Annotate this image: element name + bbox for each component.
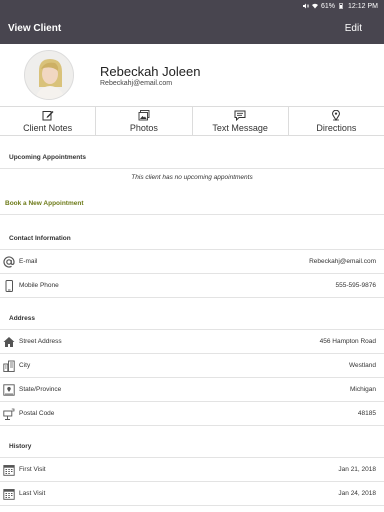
email-label: E-mail bbox=[19, 258, 38, 265]
mute-icon bbox=[303, 3, 310, 9]
map-icon bbox=[3, 383, 15, 396]
street-address-label: Street Address bbox=[19, 338, 62, 345]
first-visit-value: Jan 21, 2018 bbox=[338, 466, 376, 473]
notes-icon bbox=[42, 110, 54, 120]
calendar-icon bbox=[3, 488, 15, 500]
last-visit-row[interactable]: Last Visit Jan 24, 2018 bbox=[0, 482, 384, 506]
edit-button[interactable]: Edit bbox=[345, 23, 376, 34]
directions-label: Directions bbox=[316, 122, 357, 133]
street-address-row[interactable]: Street Address 456 Hampton Road bbox=[0, 330, 384, 354]
home-icon bbox=[3, 336, 15, 347]
state-province-value: Michigan bbox=[349, 386, 376, 393]
postal-code-value: 48185 bbox=[357, 410, 376, 417]
page-title: View Client bbox=[8, 22, 62, 34]
status-bar: 61% 12:12 PM bbox=[0, 0, 384, 12]
email-value: Rebeckahj@email.com bbox=[309, 258, 376, 265]
postal-code-label: Postal Code bbox=[19, 410, 55, 417]
email-row[interactable]: E-mail Rebeckahj@email.com bbox=[0, 250, 384, 274]
avatar bbox=[24, 50, 74, 100]
address-heading: Address bbox=[0, 308, 384, 330]
street-address-value: 456 Hampton Road bbox=[319, 338, 376, 345]
no-appointments-text: This client has no upcoming appointments bbox=[131, 174, 253, 181]
avatar-photo bbox=[25, 51, 73, 99]
clock: 12:12 PM bbox=[348, 2, 378, 10]
calendar-icon bbox=[3, 464, 15, 476]
wifi-icon bbox=[312, 3, 319, 9]
last-visit-value: Jan 24, 2018 bbox=[338, 490, 376, 497]
photos-button[interactable]: Photos bbox=[96, 107, 193, 135]
postal-code-row[interactable]: Postal Code 48185 bbox=[0, 402, 384, 426]
photos-icon bbox=[138, 109, 150, 120]
city-icon bbox=[3, 360, 15, 372]
action-bar: Client Notes Photos Text Message Directi… bbox=[0, 106, 384, 136]
mailbox-icon bbox=[3, 408, 15, 420]
photos-label: Photos bbox=[129, 122, 158, 133]
status-icons: 61% bbox=[303, 3, 344, 10]
upcoming-appointments-heading: Upcoming Appointments bbox=[0, 147, 384, 169]
text-message-label: Text Message bbox=[212, 122, 268, 133]
history-heading: History bbox=[0, 436, 384, 458]
client-notes-label: Client Notes bbox=[23, 122, 73, 133]
client-notes-button[interactable]: Client Notes bbox=[0, 107, 97, 135]
book-appointment-link[interactable]: Book a New Appointment bbox=[5, 200, 83, 207]
at-sign-icon bbox=[3, 255, 15, 267]
message-icon bbox=[234, 110, 246, 121]
mobile-phone-label: Mobile Phone bbox=[19, 282, 59, 289]
divider bbox=[0, 214, 384, 215]
city-value: Westland bbox=[349, 362, 376, 369]
last-visit-label: Last Visit bbox=[19, 490, 46, 497]
city-label: City bbox=[19, 362, 31, 369]
mobile-phone-value: 555-595-9876 bbox=[335, 282, 376, 289]
phone-icon bbox=[5, 279, 13, 292]
client-profile: Rebeckah Joleen Rebeckahj@email.com bbox=[0, 44, 384, 106]
city-row[interactable]: City Westland bbox=[0, 354, 384, 378]
state-province-label: State/Province bbox=[19, 386, 62, 393]
directions-button[interactable]: Directions bbox=[289, 107, 384, 135]
app-bar: View Client Edit bbox=[0, 12, 384, 44]
mobile-phone-row[interactable]: Mobile Phone 555-595-9876 bbox=[0, 274, 384, 298]
contact-information-heading: Contact Information bbox=[0, 228, 384, 250]
battery-icon bbox=[339, 3, 343, 9]
first-visit-label: First Visit bbox=[19, 466, 46, 473]
battery-level: 61% bbox=[321, 2, 336, 10]
state-province-row[interactable]: State/Province Michigan bbox=[0, 378, 384, 402]
location-pin-icon bbox=[332, 109, 341, 121]
client-name: Rebeckah Joleen bbox=[100, 64, 201, 79]
text-message-button[interactable]: Text Message bbox=[193, 107, 289, 135]
first-visit-row[interactable]: First Visit Jan 21, 2018 bbox=[0, 458, 384, 482]
client-email: Rebeckahj@email.com bbox=[100, 80, 173, 87]
